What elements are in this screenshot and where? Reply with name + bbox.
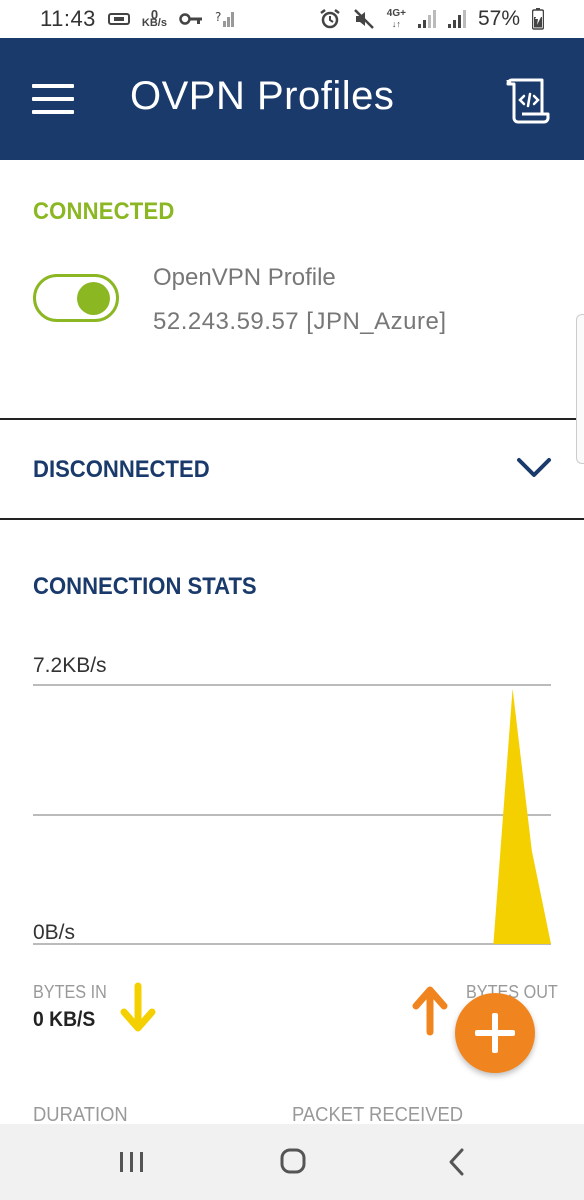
plus-icon-vertical (492, 1013, 498, 1053)
arrow-up-icon (410, 982, 450, 1036)
data-rate-unit: KB/s (141, 17, 167, 29)
import-profile-icon[interactable] (502, 74, 554, 126)
vpn-key-icon (179, 12, 203, 26)
no-signal-icon: ? (215, 9, 237, 29)
vpn-connection-toggle[interactable] (33, 274, 119, 322)
status-time: 11:43 (40, 6, 96, 31)
hdmi-icon (107, 12, 130, 26)
svg-text:?: ? (215, 10, 221, 24)
home-icon[interactable] (273, 1144, 313, 1180)
battery-charging-icon (532, 8, 544, 30)
back-icon[interactable] (438, 1144, 478, 1180)
recent-apps-icon[interactable] (112, 1144, 152, 1180)
bytes-in-label: BYTES IN (33, 982, 107, 1002)
status-bar: 11:43 0 KB/s ? 4G+ ↓↑ 57% (0, 0, 584, 38)
data-rate-indicator: 0 KB/s (141, 8, 167, 29)
toggle-knob (77, 282, 110, 315)
bandwidth-chart (33, 684, 551, 945)
divider (0, 518, 584, 520)
battery-percentage: 57% (477, 7, 520, 30)
bytes-in-area (33, 688, 551, 944)
mute-icon (353, 8, 375, 30)
alarm-icon (319, 8, 341, 30)
network-type: 4G+ (386, 8, 406, 19)
profile-name[interactable]: OpenVPN Profile (153, 264, 336, 292)
page-title: OVPN Profiles (130, 74, 395, 118)
arrow-down-icon (118, 982, 158, 1036)
app-bar: OVPN Profiles (0, 38, 584, 160)
signal-strength-icon-1 (417, 9, 436, 29)
connected-section: CONNECTED OpenVPN Profile 52.243.59.57 [… (0, 160, 584, 418)
disconnected-label: DISCONNECTED (33, 456, 210, 483)
connected-label: CONNECTED (33, 198, 175, 225)
profile-server[interactable]: 52.243.59.57 [JPN_Azure] (153, 308, 447, 336)
connection-stats-title: CONNECTION STATS (33, 573, 257, 600)
navigation-bar (0, 1124, 584, 1200)
status-right: 4G+ ↓↑ 57% (319, 7, 544, 31)
status-left: 11:43 0 KB/s ? (40, 6, 237, 32)
signal-strength-icon-2 (447, 9, 466, 29)
disconnected-section-header[interactable]: DISCONNECTED (0, 420, 584, 518)
add-profile-button[interactable] (455, 993, 535, 1073)
hamburger-menu-icon[interactable] (32, 82, 74, 116)
bytes-in-value: 0 KB/S (33, 1008, 96, 1031)
chevron-down-icon[interactable] (516, 456, 552, 480)
network-4g-icon: 4G+ ↓↑ (386, 8, 406, 30)
edge-panel-handle[interactable] (576, 314, 584, 464)
